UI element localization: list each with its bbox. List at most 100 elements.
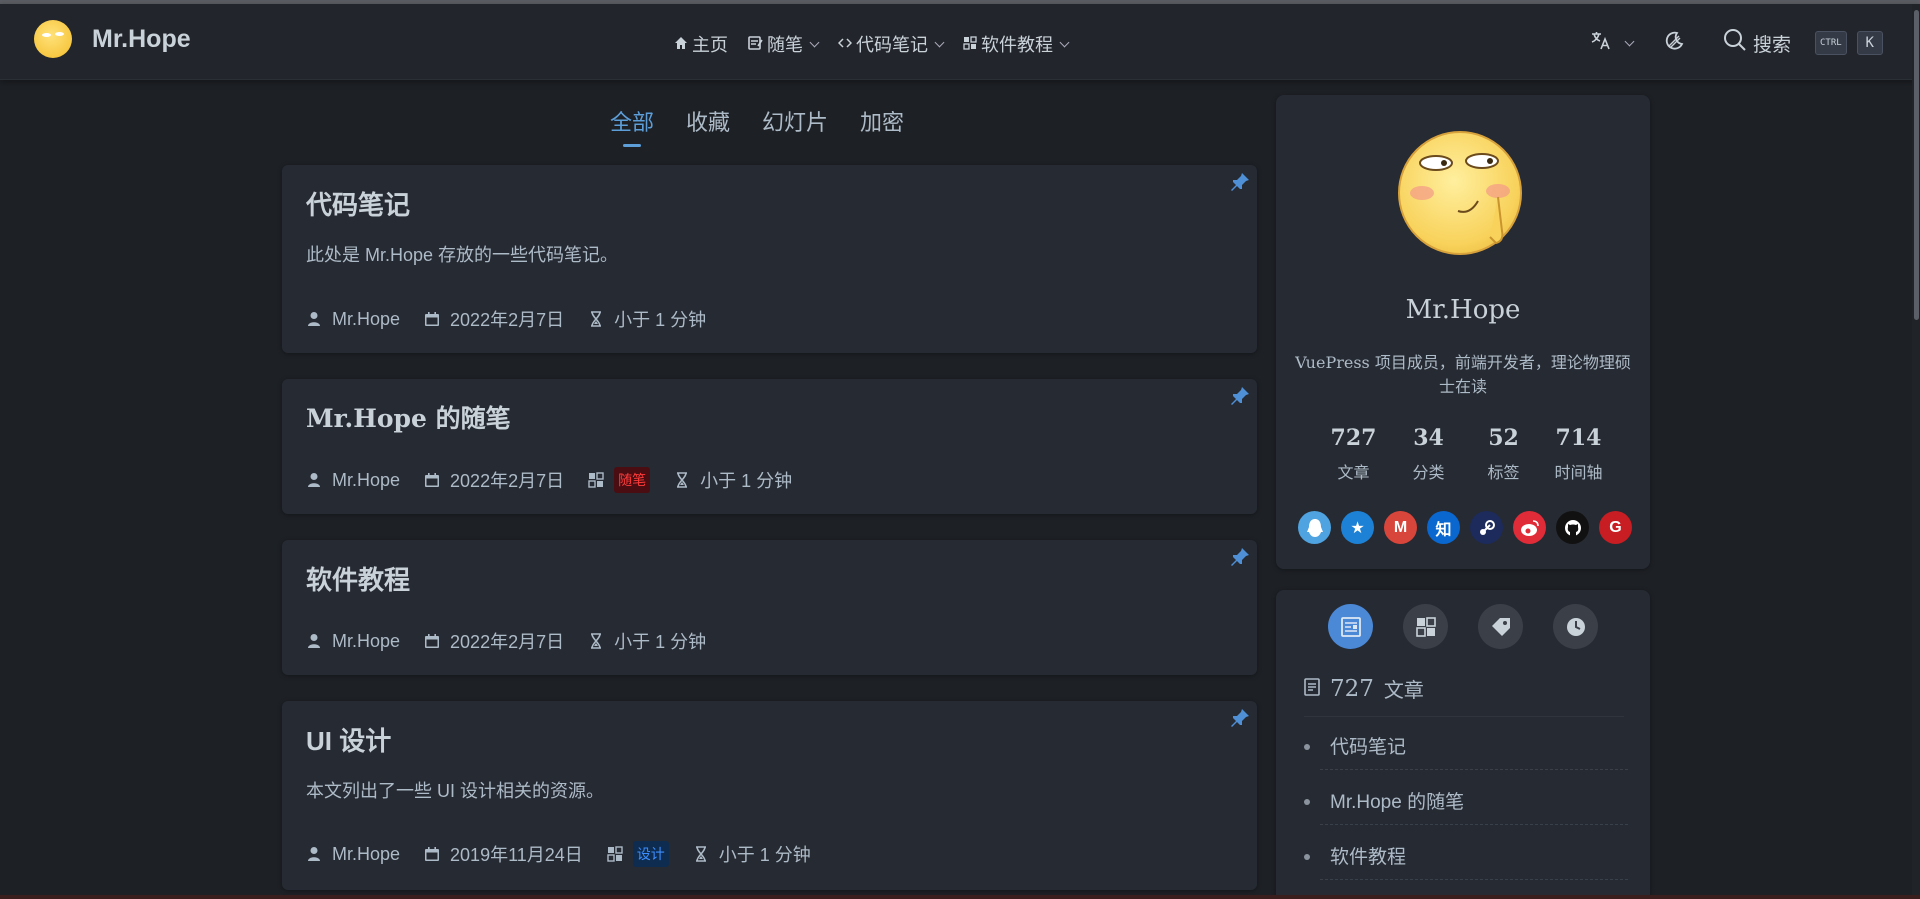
social-links: ★ M 知 G xyxy=(1298,511,1632,544)
calendar-icon xyxy=(424,472,440,488)
chevron-down-icon xyxy=(934,37,945,47)
article-excerpt: 此处是 Mr.Hope 存放的一些代码笔记。 xyxy=(306,245,619,265)
qzone-icon[interactable]: ★ xyxy=(1341,511,1374,544)
category-tag[interactable]: 随笔 xyxy=(614,467,651,493)
article-card[interactable]: UI 设计 本文列出了一些 UI 设计相关的资源。 Mr.Hope 2019年1… xyxy=(282,701,1257,890)
weibo-icon[interactable] xyxy=(1513,511,1546,544)
calendar-icon xyxy=(424,846,440,862)
article-meta: Mr.Hope 2022年2月7日 随笔 小于 1 分钟 xyxy=(306,467,792,493)
kbd-k: K xyxy=(1856,31,1883,55)
article-excerpt: 本文列出了一些 UI 设计相关的资源。 xyxy=(306,781,605,801)
article-title[interactable]: 软件教程 xyxy=(306,560,410,597)
hourglass-icon xyxy=(588,633,604,649)
list-item[interactable]: 软件教程 xyxy=(1298,842,1629,897)
article-meta: Mr.Hope 2022年2月7日 小于 1 分钟 xyxy=(306,628,706,654)
article-count: 727 xyxy=(1330,675,1374,702)
chevron-down-icon xyxy=(809,37,820,47)
stat-articles[interactable]: 727 文章 xyxy=(1316,425,1391,483)
stat-number: 52 xyxy=(1488,425,1519,451)
clock-icon[interactable] xyxy=(1553,604,1598,649)
author-icon xyxy=(306,472,322,488)
stat-tags[interactable]: 52 标签 xyxy=(1466,425,1541,483)
code-icon xyxy=(837,36,853,53)
blogger-name: Mr.Hope xyxy=(1405,295,1521,325)
moon-icon xyxy=(1663,30,1685,57)
nav-links: 主页 随笔 代码笔记 软件教程 xyxy=(674,31,1070,57)
nav-item-label: 软件教程 xyxy=(981,35,1053,55)
calendar-icon xyxy=(424,311,440,327)
tab-all[interactable]: 全部 xyxy=(610,105,654,145)
stat-timeline[interactable]: 714 时间轴 xyxy=(1541,425,1616,483)
article-title[interactable]: 代码笔记 xyxy=(306,185,410,222)
chevron-down-icon xyxy=(1624,36,1635,46)
home-icon xyxy=(674,36,688,53)
article-title[interactable]: Mr.Hope 的随笔 xyxy=(306,399,511,435)
window-bottom-border xyxy=(0,895,1920,899)
article-type-tabs: 全部 收藏 幻灯片 加密 xyxy=(610,105,904,145)
hourglass-icon xyxy=(588,311,604,327)
pin-icon xyxy=(1229,707,1251,729)
article-author[interactable]: Mr.Hope xyxy=(332,631,400,652)
article-icon xyxy=(1304,677,1320,701)
list-item[interactable]: 代码笔记 xyxy=(1298,732,1629,787)
translate-icon xyxy=(1590,29,1612,57)
article-reading-time: 小于 1 分钟 xyxy=(700,471,793,491)
article-meta: Mr.Hope 2022年2月7日 小于 1 分钟 xyxy=(306,306,706,332)
gitee-icon[interactable]: G xyxy=(1599,511,1632,544)
theme-toggle[interactable] xyxy=(1661,30,1687,56)
article-date: 2019年11月24日 xyxy=(450,845,583,865)
article-count-label: 文章 xyxy=(1383,680,1424,702)
nav-item-software-tutorials[interactable]: 软件教程 xyxy=(963,31,1070,57)
article-card[interactable]: 代码笔记 此处是 Mr.Hope 存放的一些代码笔记。 Mr.Hope 2022… xyxy=(282,165,1257,353)
category-icon[interactable] xyxy=(1403,604,1448,649)
tab-encrypted[interactable]: 加密 xyxy=(860,105,904,145)
hourglass-icon xyxy=(674,472,690,488)
article-card[interactable]: 软件教程 Mr.Hope 2022年2月7日 小于 1 分钟 xyxy=(282,540,1257,675)
blogger-info-card: Mr.Hope VuePress 项目成员，前端开发者，理论物理硕士在读 727… xyxy=(1276,95,1650,569)
blogger-avatar[interactable] xyxy=(1398,131,1522,255)
stat-categories[interactable]: 34 分类 xyxy=(1391,425,1466,483)
category-tag[interactable]: 设计 xyxy=(632,841,669,867)
tab-slides[interactable]: 幻灯片 xyxy=(762,105,828,145)
github-icon[interactable] xyxy=(1556,511,1589,544)
nav-item-label: 代码笔记 xyxy=(856,35,928,55)
steam-icon[interactable] xyxy=(1470,511,1503,544)
site-logo xyxy=(34,20,72,58)
chevron-down-icon xyxy=(1059,37,1070,47)
article-list-icon[interactable] xyxy=(1328,604,1373,649)
author-icon xyxy=(306,633,322,649)
zhihu-icon[interactable]: 知 xyxy=(1427,511,1460,544)
blogger-stats: 727 文章 34 分类 52 标签 714 时间轴 xyxy=(1316,425,1616,483)
author-icon xyxy=(306,311,322,327)
divider xyxy=(1304,716,1624,717)
article-list: 代码笔记 Mr.Hope 的随笔 软件教程 xyxy=(1298,732,1629,897)
author-icon xyxy=(306,846,322,862)
article-author[interactable]: Mr.Hope xyxy=(332,470,400,491)
nav-item-label: 随笔 xyxy=(767,35,803,55)
stat-number: 34 xyxy=(1413,425,1444,451)
article-author[interactable]: Mr.Hope xyxy=(332,309,400,330)
article-title[interactable]: UI 设计 xyxy=(306,721,391,758)
grid-icon xyxy=(963,35,977,53)
search-label: 搜索 xyxy=(1753,34,1792,56)
language-switch[interactable] xyxy=(1590,29,1635,57)
article-card[interactable]: Mr.Hope 的随笔 Mr.Hope 2022年2月7日 随笔 小于 1 分钟 xyxy=(282,379,1257,514)
pin-icon xyxy=(1229,385,1251,407)
nav-item-essays[interactable]: 随笔 xyxy=(748,31,820,57)
nav-item-code-notes[interactable]: 代码笔记 xyxy=(837,31,945,57)
tag-icon[interactable] xyxy=(1478,604,1523,649)
tab-starred[interactable]: 收藏 xyxy=(686,105,730,145)
search-button[interactable]: 搜索 CTRL K xyxy=(1723,28,1883,58)
gmail-icon[interactable]: M xyxy=(1384,511,1417,544)
search-icon xyxy=(1723,28,1747,58)
nav-item-home[interactable]: 主页 xyxy=(674,31,728,57)
stat-label: 标签 xyxy=(1487,465,1520,482)
qq-icon[interactable] xyxy=(1298,511,1331,544)
brand-link[interactable]: Mr.Hope xyxy=(34,20,191,58)
info-heading: 727 文章 xyxy=(1304,674,1424,703)
nav-item-label: 主页 xyxy=(692,35,728,55)
stat-label: 时间轴 xyxy=(1554,465,1603,482)
article-author[interactable]: Mr.Hope xyxy=(332,844,400,865)
scrollbar-thumb[interactable] xyxy=(1914,10,1919,320)
list-item[interactable]: Mr.Hope 的随笔 xyxy=(1298,787,1629,842)
